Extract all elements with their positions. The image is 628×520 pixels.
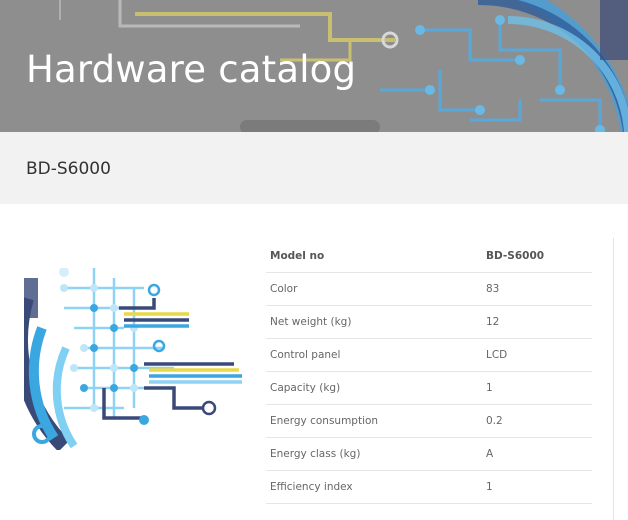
table-row: Color 83: [266, 272, 592, 306]
content-divider: [613, 238, 614, 520]
spec-table-header: Model no BD-S6000: [266, 240, 592, 273]
table-row: Capacity (kg) 1: [266, 371, 592, 405]
spec-label: Efficiency index: [266, 470, 482, 504]
table-row: Net weight (kg) 12: [266, 305, 592, 339]
spec-value: 83: [482, 272, 592, 306]
spec-label: Net weight (kg): [266, 305, 482, 339]
table-row: Energy class (kg) A: [266, 437, 592, 471]
hero-banner: Hardware catalog: [0, 0, 628, 132]
product-title-bar: BD-S6000: [0, 132, 628, 204]
spec-label: Control panel: [266, 338, 482, 372]
spec-value: BD-S6000: [482, 240, 592, 273]
spec-value: LCD: [482, 338, 592, 372]
circuit-board-illustration-icon: [24, 268, 242, 450]
page-title: Hardware catalog: [26, 48, 357, 91]
spec-table: Model no BD-S6000 Color 83 Net weight (k…: [266, 240, 592, 504]
spec-label: Energy consumption: [266, 404, 482, 438]
spec-value: 1: [482, 371, 592, 405]
spec-label: Energy class (kg): [266, 437, 482, 471]
product-name: BD-S6000: [26, 159, 111, 179]
table-row: Control panel LCD: [266, 338, 592, 372]
spec-label: Color: [266, 272, 482, 306]
spec-value: 1: [482, 470, 592, 504]
spec-label: Model no: [266, 240, 482, 273]
table-row: Energy consumption 0.2: [266, 404, 592, 438]
spec-value: 12: [482, 305, 592, 339]
spec-value: 0.2: [482, 404, 592, 438]
spec-value: A: [482, 437, 592, 471]
table-row: Efficiency index 1: [266, 470, 592, 504]
spec-label: Capacity (kg): [266, 371, 482, 405]
